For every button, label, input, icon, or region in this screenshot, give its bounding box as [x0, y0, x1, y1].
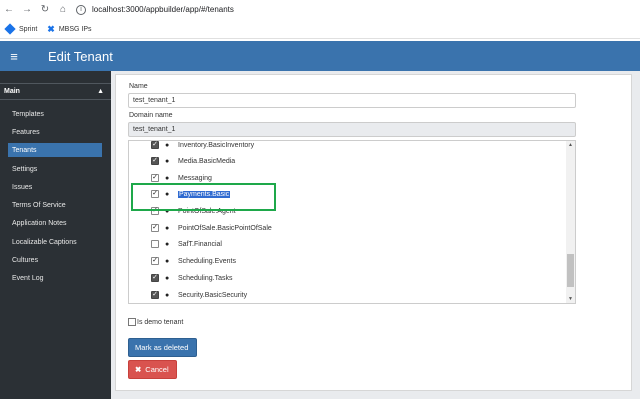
domain-name-input: test_tenant_1 — [128, 122, 576, 137]
sidebar: Main ▲ Templates Features Tenants Settin… — [0, 71, 111, 399]
sidebar-item-application-notes[interactable]: Application Notes — [8, 216, 102, 230]
sidebar-item-issues[interactable]: Issues — [8, 180, 102, 194]
tag-icon: ● — [165, 257, 170, 265]
demo-tenant-checkbox[interactable] — [128, 318, 136, 326]
sidebar-item-settings[interactable]: Settings — [8, 162, 102, 176]
list-scrollbar[interactable]: ▲ ▼ — [566, 141, 575, 303]
tag-icon: ● — [165, 291, 170, 299]
list-item[interactable]: ✓ ● PointOfSale.BasicPointOfSale — [129, 220, 567, 236]
bookmark-label: MBSG IPs — [58, 25, 92, 33]
feature-label: Media.BasicMedia — [178, 157, 236, 165]
feature-checkbox[interactable]: ✓ — [151, 157, 159, 165]
bookmark-label: Sprint — [19, 25, 38, 33]
tag-icon: ● — [165, 174, 170, 182]
forward-icon[interactable]: → — [18, 0, 36, 19]
scroll-up-icon[interactable]: ▲ — [568, 142, 573, 148]
scrollbar-thumb[interactable] — [567, 254, 574, 287]
mark-as-deleted-label: Mark as deleted — [135, 343, 189, 352]
list-item[interactable]: ✓ ● Security.BasicSecurity — [129, 287, 567, 303]
name-input[interactable]: test_tenant_1 — [128, 93, 576, 108]
feature-label: Security.BasicSecurity — [178, 291, 248, 299]
demo-tenant-checkbox-row[interactable]: Is demo tenant — [128, 318, 183, 326]
features-list[interactable]: ✓ ● Inventory.BasicInventory ✓ ● Media.B… — [128, 140, 576, 304]
sidebar-section-main[interactable]: Main ▲ — [0, 83, 111, 100]
list-item[interactable]: ✓ ● Media.BasicMedia — [129, 153, 567, 169]
feature-label: Inventory.BasicInventory — [178, 141, 255, 149]
feature-checkbox[interactable] — [151, 240, 159, 248]
mark-as-deleted-button[interactable]: Mark as deleted — [128, 338, 197, 357]
sidebar-section-label: Main — [4, 88, 20, 95]
feature-checkbox[interactable]: ✓ — [151, 224, 159, 232]
app-header: ≡ Edit Tenant — [0, 41, 640, 71]
name-label: Name — [129, 83, 148, 90]
cross-tools-icon: ✖ — [47, 23, 55, 34]
domain-name-label: Domain name — [129, 112, 173, 119]
feature-checkbox[interactable]: ✓ — [151, 274, 159, 282]
feature-checkbox[interactable]: ✓ — [151, 141, 159, 149]
bookmark-mbsg-ips[interactable]: ✖ MBSG IPs — [47, 24, 91, 35]
sidebar-item-event-log[interactable]: Event Log — [8, 271, 102, 285]
list-item[interactable]: ✓ ● Scheduling.Events — [129, 253, 567, 269]
edit-tenant-form: Name test_tenant_1 Domain name test_tena… — [115, 74, 632, 391]
sidebar-item-tenants[interactable]: Tenants — [8, 143, 102, 157]
highlight-box — [131, 183, 276, 211]
feature-label: SafT.Financial — [178, 240, 222, 248]
caret-up-icon: ▲ — [97, 88, 104, 95]
tag-icon: ● — [165, 240, 170, 248]
site-info-icon[interactable]: i — [76, 4, 86, 15]
sidebar-item-templates[interactable]: Templates — [8, 107, 102, 121]
bookmark-sprint[interactable]: Sprint — [4, 23, 38, 35]
tag-icon: ● — [165, 274, 170, 282]
menu-icon[interactable]: ≡ — [0, 41, 28, 71]
scroll-down-icon[interactable]: ▼ — [568, 296, 573, 302]
diamond-icon — [4, 23, 16, 35]
home-icon[interactable]: ⌂ — [54, 0, 72, 19]
tag-icon: ● — [165, 141, 170, 149]
feature-checkbox[interactable]: ✓ — [151, 291, 159, 299]
feature-checkbox[interactable]: ✓ — [151, 174, 159, 182]
close-icon: ✖ — [135, 365, 142, 374]
cancel-label: Cancel — [145, 365, 169, 374]
tag-icon: ● — [165, 224, 170, 232]
address-bar[interactable]: i localhost:3000/appbuilder/app/#/tenant… — [76, 4, 234, 15]
page-title: Edit Tenant — [48, 48, 113, 64]
content-area: Name test_tenant_1 Domain name test_tena… — [111, 71, 640, 399]
tag-icon: ● — [165, 157, 170, 165]
browser-toolbar: ← → ↻ ⌂ i localhost:3000/appbuilder/app/… — [0, 0, 640, 19]
demo-tenant-label: Is demo tenant — [137, 318, 184, 326]
feature-label: Messaging — [178, 174, 212, 182]
list-item[interactable]: ● SafT.Financial — [129, 236, 567, 252]
reload-icon[interactable]: ↻ — [36, 0, 54, 19]
feature-checkbox[interactable]: ✓ — [151, 257, 159, 265]
feature-label: Scheduling.Events — [178, 257, 236, 265]
sidebar-item-terms-of-service[interactable]: Terms Of Service — [8, 198, 102, 212]
bookmarks-bar: Sprint ✖ MBSG IPs — [0, 20, 640, 39]
back-icon[interactable]: ← — [0, 0, 18, 19]
list-item[interactable]: ✓ ● Inventory.BasicInventory — [129, 141, 567, 153]
sidebar-item-cultures[interactable]: Cultures — [8, 253, 102, 267]
url-text: localhost:3000/appbuilder/app/#/tenants — [92, 5, 234, 14]
list-item[interactable]: ✓ ● Scheduling.Tasks — [129, 270, 567, 286]
sidebar-item-localizable-captions[interactable]: Localizable Captions — [8, 235, 102, 249]
cancel-button[interactable]: ✖ Cancel — [128, 360, 177, 379]
feature-label: Scheduling.Tasks — [178, 274, 233, 282]
feature-label: PointOfSale.BasicPointOfSale — [178, 224, 272, 232]
sidebar-item-features[interactable]: Features — [8, 125, 102, 139]
